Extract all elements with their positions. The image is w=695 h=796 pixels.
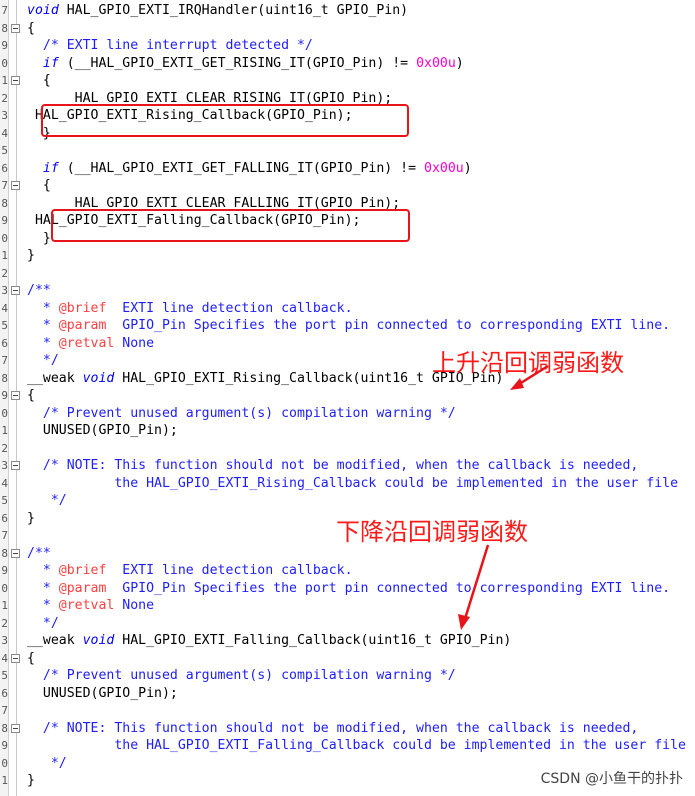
falling-arrowhead [458, 614, 470, 630]
csdn-watermark: CSDN @小鱼干的扑扑 [540, 768, 683, 788]
rising-arrowhead [510, 378, 524, 390]
annotation-arrows [458, 364, 549, 630]
code-editor[interactable]: 7 void HAL_GPIO_EXTI_IRQHandler(uint16_t … [0, 0, 695, 796]
falling-arrow [462, 544, 490, 623]
